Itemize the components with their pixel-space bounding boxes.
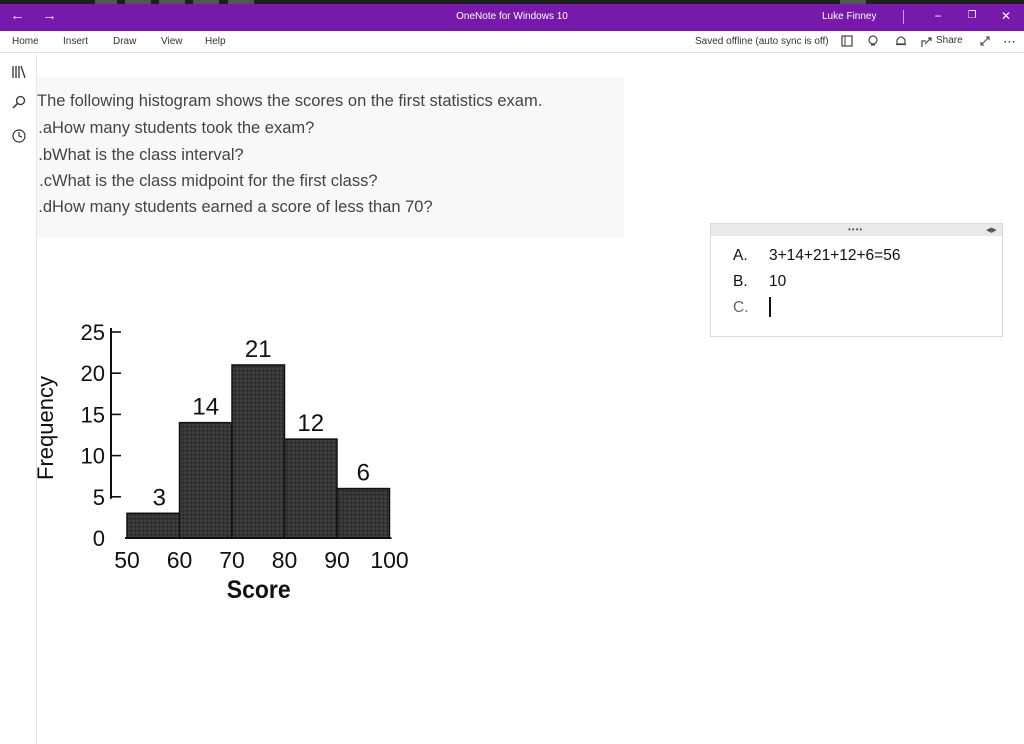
- container-drag-handle[interactable]: •••• ◀▶: [711, 224, 1002, 236]
- item-prefix: a.: [38, 119, 52, 137]
- item-text: How many students earned a score of less…: [52, 198, 433, 216]
- answer-line-a[interactable]: A. 3+14+21+12+6=56: [733, 247, 900, 265]
- x-tick-label: 50: [114, 547, 140, 573]
- share-icon: [921, 37, 932, 47]
- question-item-d: d. How many students earned a score of le…: [38, 198, 433, 217]
- question-item-a: a. How many students took the exam?: [38, 119, 315, 138]
- answer-text: 10: [769, 273, 787, 290]
- close-icon[interactable]: ✕: [996, 9, 1016, 23]
- x-tick-label: 100: [370, 547, 408, 573]
- left-rail: [0, 54, 37, 744]
- question-title: The following histogram shows the scores…: [37, 92, 543, 110]
- histogram-bar: [178, 421, 233, 539]
- search-icon[interactable]: [11, 94, 27, 110]
- lightbulb-icon[interactable]: [866, 34, 880, 48]
- y-tick-label: 5: [93, 485, 105, 510]
- y-tick-label: 0: [93, 526, 105, 551]
- bar-data-label: 12: [297, 410, 324, 437]
- item-prefix: b.: [38, 146, 52, 164]
- more-options-icon[interactable]: ⋯: [1003, 34, 1016, 50]
- y-tick-label: 15: [81, 402, 105, 427]
- y-tick-label: 20: [81, 361, 105, 386]
- answer-label: A.: [733, 247, 748, 264]
- item-text: What is the class midpoint for the first…: [52, 172, 378, 190]
- bar-data-label: 6: [357, 460, 370, 487]
- answer-text: 3+14+21+12+6=56: [769, 247, 901, 264]
- user-name[interactable]: Luke Finney: [822, 11, 876, 22]
- question-item-b: b. What is the class interval?: [38, 146, 244, 165]
- histogram-bar: [283, 438, 338, 539]
- sync-status: Saved offline (auto sync is off): [695, 36, 829, 47]
- answer-line-b[interactable]: B. 10: [733, 273, 786, 291]
- x-tick-label: 70: [219, 547, 245, 573]
- item-prefix: c.: [39, 172, 52, 190]
- x-axis-label: Score: [227, 576, 291, 604]
- answer-label: C.: [733, 299, 749, 316]
- bar-data-label: 3: [153, 484, 166, 511]
- restore-icon[interactable]: ❐: [962, 10, 982, 21]
- resize-arrows-icon[interactable]: ◀▶: [986, 226, 997, 234]
- item-text: How many students took the exam?: [52, 119, 315, 137]
- ribbon: Home Insert Draw View Help Saved offline…: [0, 31, 1024, 53]
- notebook-icon[interactable]: [840, 34, 854, 48]
- title-bar: ← → OneNote for Windows 10 Luke Finney −…: [0, 4, 1024, 31]
- recent-clock-icon[interactable]: [11, 128, 27, 144]
- expand-icon[interactable]: [978, 34, 992, 48]
- x-tick-label: 90: [324, 547, 350, 573]
- minimize-icon[interactable]: −: [928, 9, 948, 23]
- histogram-bar: [126, 512, 181, 539]
- x-tick-label: 60: [167, 547, 193, 573]
- question-item-c: c. What is the class midpoint for the fir…: [39, 172, 378, 191]
- histogram-bar: [231, 364, 286, 539]
- x-tick-label: 80: [272, 547, 298, 573]
- text-cursor: [769, 297, 771, 317]
- titlebar-divider: [903, 10, 904, 24]
- y-axis-label: Frequency: [37, 376, 58, 480]
- tab-insert[interactable]: Insert: [63, 36, 88, 47]
- tab-draw[interactable]: Draw: [113, 36, 136, 47]
- question-text-block[interactable]: The following histogram shows the scores…: [37, 77, 624, 237]
- y-tick-label: 25: [81, 320, 105, 345]
- x-axis: 50 60 70 80 90 100: [114, 537, 409, 573]
- grip-icon: ••••: [848, 225, 864, 234]
- item-text: What is the class interval?: [52, 146, 244, 164]
- notebooks-icon[interactable]: [11, 64, 27, 80]
- bars: 3 14 21 12 6: [126, 336, 391, 539]
- y-axis: 0 5 10 15 20 25: [81, 320, 121, 551]
- y-tick-label: 10: [81, 444, 105, 469]
- share-button[interactable]: Share: [936, 35, 963, 46]
- answer-note-container[interactable]: •••• ◀▶ A. 3+14+21+12+6=56 B. 10 C.: [710, 223, 1003, 337]
- tab-home[interactable]: Home: [12, 36, 39, 47]
- bell-icon[interactable]: [894, 34, 908, 48]
- answer-label: B.: [733, 273, 748, 290]
- bar-data-label: 14: [192, 394, 219, 421]
- answer-line-c[interactable]: C.: [733, 297, 771, 317]
- item-prefix: d.: [38, 198, 52, 216]
- histogram-bar: [336, 487, 391, 539]
- tab-view[interactable]: View: [161, 36, 183, 47]
- tab-help[interactable]: Help: [205, 36, 226, 47]
- bar-data-label: 21: [245, 336, 272, 363]
- histogram-chart: 0510152025 31421126 50 60 70 80 90 100 Score …: [37, 320, 409, 604]
